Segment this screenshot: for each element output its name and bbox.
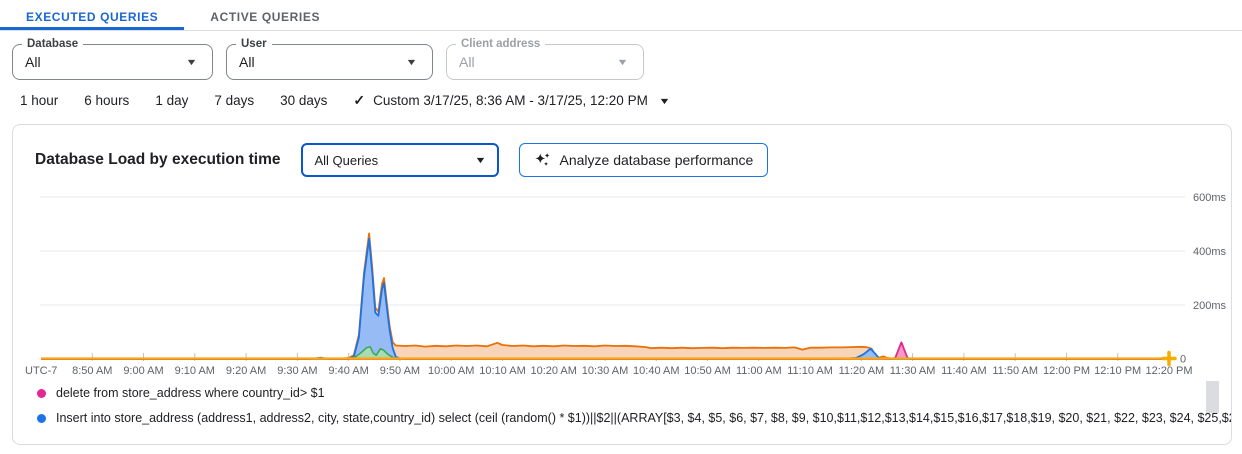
x-axis-label-12-00-pm: 12:00 PM <box>1043 365 1090 377</box>
x-axis-label-9-40-am: 9:40 AM <box>328 365 368 377</box>
x-axis-label-9-30-am: 9:30 AM <box>277 365 317 377</box>
chart-title: Database Load by execution time <box>35 151 281 169</box>
database-select[interactable]: DatabaseAll▼ <box>12 44 213 80</box>
series-fill-insert-query <box>41 239 1169 359</box>
x-axis-label-11-20-am: 11:20 AM <box>839 365 885 377</box>
custom-time-range[interactable]: ✓ Custom 3/17/25, 8:36 AM - 3/17/25, 12:2… <box>353 92 668 109</box>
series-end-marker <box>1163 353 1175 365</box>
analyze-button-label: Analyze database performance <box>560 152 754 168</box>
x-axis-label-9-50-am: 9:50 AM <box>380 365 420 377</box>
tab-bar: EXECUTED QUERIESACTIVE QUERIES <box>0 0 1242 31</box>
x-axis-label-9-10-am: 9:10 AM <box>175 365 215 377</box>
y-axis-label-600: 600ms <box>1193 192 1227 204</box>
y-axis-label-400: 400ms <box>1193 246 1227 258</box>
tab-executed-queries[interactable]: EXECUTED QUERIES <box>0 0 184 30</box>
y-axis-label-0: 0 <box>1180 354 1186 366</box>
gemini-spark-icon <box>534 151 552 169</box>
user-select-value: All <box>239 54 407 70</box>
chevron-down-icon: ▼ <box>616 57 628 67</box>
x-axis-label-10-10-am: 10:10 AM <box>479 365 525 377</box>
x-axis-label-11-10-am: 11:10 AM <box>787 365 833 377</box>
analyze-database-performance-button[interactable]: Analyze database performance <box>519 143 769 177</box>
x-axis-label-11-40-am: 11:40 AM <box>941 365 987 377</box>
user-select-label: User <box>236 37 272 51</box>
client-address-select: Client addressAll▼ <box>446 44 644 80</box>
database-load-chart[interactable]: 600ms 400ms 200ms 8:50 AM 9:00 AM 9:10 AM 9:20… <box>13 190 1231 380</box>
x-axis-label-10-00-am: 10:00 AM <box>428 365 474 377</box>
x-axis-label-9-20-am: 9:20 AM <box>226 365 266 377</box>
legend-scrollbar-thumb[interactable] <box>1206 381 1219 413</box>
client-address-select-label: Client address <box>456 37 545 51</box>
time-range-7-days[interactable]: 7 days <box>214 93 254 108</box>
time-range-1-hour[interactable]: 1 hour <box>20 93 58 108</box>
legend-items: delete from store_address where country_… <box>37 381 1231 431</box>
x-axis-label-11-00-am: 11:00 AM <box>736 365 782 377</box>
legend-label: delete from store_address where country_… <box>56 385 325 402</box>
client-address-select-value: All <box>459 54 618 70</box>
chevron-down-icon: ▼ <box>405 57 417 67</box>
time-range-1-day[interactable]: 1 day <box>155 93 188 108</box>
time-range-row: 1 hour 6 hours 1 day 7 days 30 days ✓ Custom 3… <box>20 92 1242 109</box>
legend-item[interactable]: delete from store_address where country_… <box>37 381 1231 406</box>
query-filter-value: All Queries <box>315 153 476 168</box>
database-select-value: All <box>25 54 187 70</box>
chevron-down-icon: ▼ <box>658 96 670 106</box>
x-axis-label-11-50-am: 11:50 AM <box>992 365 1038 377</box>
custom-time-range-label: Custom 3/17/25, 8:36 AM - 3/17/25, 12:20… <box>373 93 648 108</box>
x-axis-label-8-50-am: 8:50 AM <box>72 365 112 377</box>
legend-item[interactable]: Insert into store_address (address1, add… <box>37 406 1231 431</box>
chevron-down-icon: ▼ <box>185 57 197 67</box>
x-axis-label-10-50-am: 10:50 AM <box>684 365 730 377</box>
series-line-total-load <box>41 233 1169 358</box>
x-axis-label-11-30-am: 11:30 AM <box>890 365 936 377</box>
y-axis-label-200: 200ms <box>1193 300 1227 312</box>
query-insights-page: EXECUTED QUERIESACTIVE QUERIES DatabaseA… <box>0 0 1242 445</box>
legend-label: Insert into store_address (address1, add… <box>56 410 1232 427</box>
legend-dot-icon <box>37 389 46 398</box>
x-axis-label-10-20-am: 10:20 AM <box>530 365 576 377</box>
filter-row: DatabaseAll▼ UserAll▼ Client addressAll▼ <box>12 44 1242 80</box>
legend-dot-icon <box>37 414 46 423</box>
card-header: Database Load by execution time All Quer… <box>13 125 1231 177</box>
x-axis-label-12-20-pm: 12:20 PM <box>1145 365 1192 377</box>
timezone-label: UTC-7 <box>25 365 57 377</box>
chart-legend: delete from store_address where country_… <box>37 381 1231 431</box>
tab-active-queries[interactable]: ACTIVE QUERIES <box>184 0 346 30</box>
series-fill-total-load <box>41 233 1169 359</box>
x-axis-label-10-40-am: 10:40 AM <box>633 365 679 377</box>
series-line-insert-query <box>41 239 1169 359</box>
check-icon: ✓ <box>353 92 365 109</box>
query-filter-select[interactable]: All Queries ▼ <box>301 143 499 177</box>
database-load-card: Database Load by execution time All Quer… <box>12 124 1232 445</box>
time-range-6-hours[interactable]: 6 hours <box>84 93 129 108</box>
user-select[interactable]: UserAll▼ <box>226 44 433 80</box>
legend-scrollbar[interactable] <box>1206 381 1219 437</box>
database-select-label: Database <box>22 37 83 51</box>
x-axis-label-12-10-pm: 12:10 PM <box>1094 365 1141 377</box>
time-range-30-days[interactable]: 30 days <box>280 93 327 108</box>
x-axis-label-9-00-am: 9:00 AM <box>123 365 163 377</box>
x-axis-label-10-30-am: 10:30 AM <box>582 365 628 377</box>
chevron-down-icon: ▼ <box>474 155 486 165</box>
